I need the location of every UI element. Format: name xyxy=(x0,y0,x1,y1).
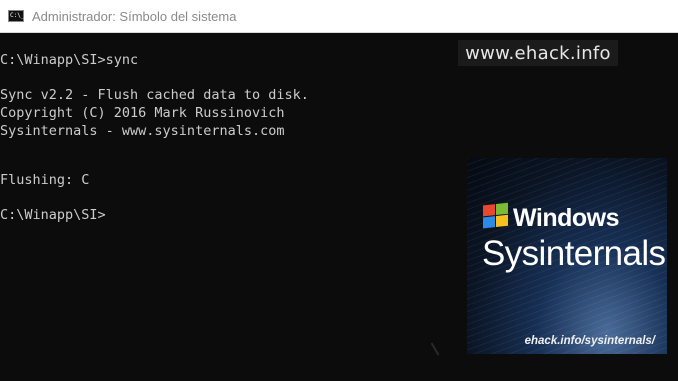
windows-flag-icon xyxy=(483,202,509,230)
logo-sysinternals-text: Sysinternals xyxy=(482,234,666,273)
sysinternals-logo-panel: Windows Sysinternals ehack.info/sysinter… xyxy=(467,158,667,354)
console-line: Flushing: C xyxy=(0,172,90,188)
cmd-icon xyxy=(8,10,24,22)
logo-windows-text: Windows xyxy=(513,204,620,232)
console-prompt: C:\Winapp\SI> xyxy=(0,207,106,223)
console-line: Copyright (C) 2016 Mark Russinovich xyxy=(0,105,285,121)
watermark-top: www.ehack.info xyxy=(458,40,618,66)
window-titlebar[interactable]: Administrador: Símbolo del sistema xyxy=(0,0,678,33)
logo-url-text: ehack.info/sysinternals/ xyxy=(524,335,655,347)
console-line: Sync v2.2 - Flush cached data to disk. xyxy=(0,87,309,103)
window-title: Administrador: Símbolo del sistema xyxy=(32,8,237,24)
console-line: C:\Winapp\SI>sync xyxy=(0,52,139,68)
console-line: Sysinternals - www.sysinternals.com xyxy=(0,123,285,139)
